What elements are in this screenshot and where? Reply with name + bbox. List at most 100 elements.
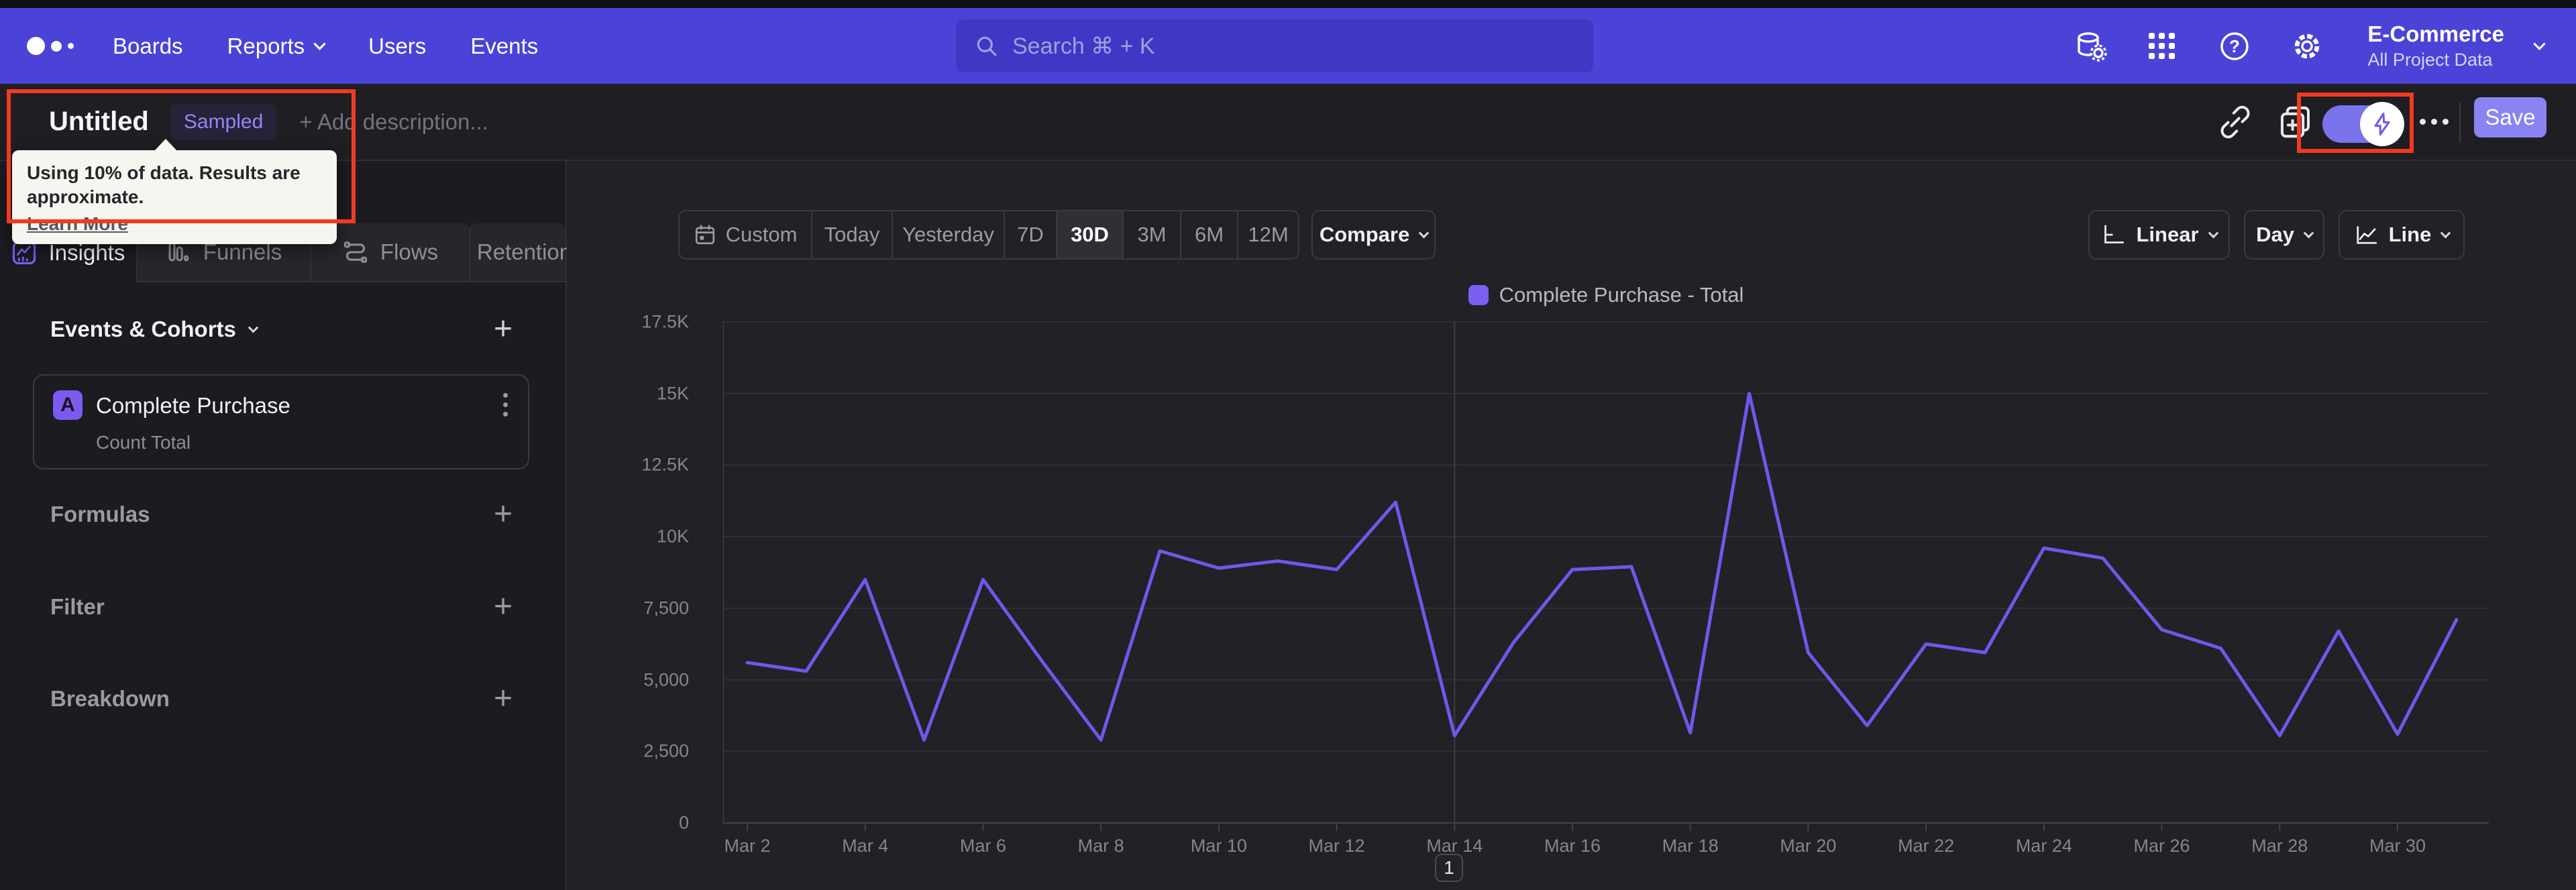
range-today[interactable]: Today	[811, 211, 892, 258]
x-tick-label: Mar 22	[1898, 836, 1955, 856]
filter-section-label: Filter	[50, 594, 105, 619]
x-axis-labels: Mar 2 Mar 4 Mar 6 Mar 8 Mar 10 Mar 12 Mar 14 Ma…	[723, 836, 2489, 863]
settings-gear-icon[interactable]	[2288, 27, 2326, 65]
line-chart-icon	[2356, 226, 2377, 244]
x-tick-label: Mar 18	[1662, 836, 1719, 856]
sampling-tooltip: Using 10% of data. Results are approxima…	[12, 139, 337, 244]
breakdown-section-label: Breakdown	[50, 686, 170, 711]
lightning-bolt-icon	[2374, 113, 2390, 135]
chevron-down-icon	[248, 322, 259, 333]
x-tick-label: Mar 6	[959, 836, 1006, 856]
add-filter-button[interactable]: +	[484, 588, 522, 625]
range-yesterday[interactable]: Yesterday	[892, 211, 1004, 258]
y-tick-label: 17.5K	[641, 311, 689, 332]
linear-axis-icon	[2104, 225, 2125, 243]
mixpanel-logo-icon[interactable]	[27, 37, 74, 55]
chevron-down-icon	[313, 38, 326, 50]
x-tick-label: Mar 4	[842, 836, 889, 856]
event-card[interactable]: A Complete Purchase Count Total	[33, 374, 529, 469]
calendar-icon	[695, 225, 714, 245]
svg-text:?: ?	[2229, 36, 2240, 56]
tooltip-caret	[154, 139, 177, 151]
nav-item-reports[interactable]: Reports	[227, 34, 326, 59]
report-title[interactable]: Untitled	[49, 107, 149, 137]
overflow-menu-icon[interactable]	[2420, 119, 2449, 125]
search-icon	[977, 36, 997, 56]
event-name[interactable]: Complete Purchase	[96, 393, 290, 419]
header-divider	[2459, 103, 2461, 143]
add-description-field[interactable]: + Add description...	[299, 109, 488, 135]
x-tick-label: Mar 30	[2369, 836, 2426, 856]
add-to-board-icon[interactable]	[2276, 103, 2315, 145]
x-tick-label: Mar 2	[724, 836, 771, 856]
project-name: E-Commerce	[2367, 21, 2504, 46]
legend-swatch	[1468, 285, 1489, 305]
x-tick-label: Mar 10	[1190, 836, 1247, 856]
save-button[interactable]: Save	[2474, 97, 2546, 137]
x-tick-label: Mar 12	[1308, 836, 1365, 856]
range-7d[interactable]: 7D	[1004, 211, 1056, 258]
x-tick-label: Mar 24	[2015, 836, 2072, 856]
range-6m[interactable]: 6M	[1180, 211, 1237, 258]
tooltip-learn-more-link[interactable]: Learn More	[27, 213, 322, 235]
chevron-down-icon	[2440, 227, 2451, 238]
global-search-input[interactable]: Search ⌘ + K	[956, 19, 1593, 72]
nav-item-boards[interactable]: Boards	[113, 34, 183, 59]
line-chart[interactable]	[722, 305, 2489, 835]
data-management-icon[interactable]	[2071, 27, 2108, 65]
nav-item-events[interactable]: Events	[470, 34, 538, 59]
add-event-button[interactable]: +	[484, 310, 522, 347]
search-placeholder: Search ⌘ + K	[1012, 33, 1155, 59]
event-series-badge: A	[53, 390, 83, 420]
range-custom[interactable]: Custom	[680, 211, 811, 258]
project-scope: All Project Data	[2367, 50, 2493, 70]
x-tick-label: Mar 20	[1780, 836, 1837, 856]
events-cohorts-header[interactable]: Events & Cohorts	[50, 317, 259, 342]
add-formula-button[interactable]: +	[484, 495, 522, 533]
range-3m[interactable]: 3M	[1122, 211, 1180, 258]
x-tick-label: Mar 28	[2251, 836, 2308, 856]
event-aggregation[interactable]: Count Total	[96, 432, 191, 453]
y-tick-label: 5,000	[643, 669, 689, 690]
top-navbar: Boards Reports Users Events Search ⌘ + K	[0, 8, 2576, 84]
chevron-down-icon	[2303, 227, 2314, 238]
event-options-kebab-icon[interactable]	[503, 393, 508, 416]
copy-link-icon[interactable]	[2216, 103, 2255, 145]
tooltip-message: Using 10% of data. Results are approxima…	[27, 162, 301, 207]
y-tick-label: 10K	[656, 526, 689, 547]
chart-type-selector[interactable]: Line	[2339, 210, 2465, 260]
range-12m[interactable]: 12M	[1237, 211, 1298, 258]
y-tick-label: 0	[678, 812, 689, 833]
window-top-strip	[0, 0, 2576, 8]
primary-nav: Boards Reports Users Events	[113, 34, 538, 59]
nav-item-users[interactable]: Users	[368, 34, 426, 59]
y-axis-labels: 0 2,500 5,000 7,500 10K 12.5K 15K 17.5K	[591, 305, 698, 835]
project-switcher[interactable]: E-Commerce All Project Data	[2367, 21, 2504, 70]
sampling-toggle-knob	[2360, 102, 2404, 146]
scale-selector[interactable]: Linear	[2088, 210, 2230, 260]
formulas-section-label: Formulas	[50, 502, 150, 526]
y-tick-label: 12.5K	[641, 454, 689, 475]
sampled-badge[interactable]: Sampled	[170, 103, 277, 140]
query-sidebar: Insights Funnels Flows Retention Events …	[0, 161, 572, 890]
y-tick-label: 15K	[656, 383, 689, 404]
pagination-page-1[interactable]: 1	[1435, 854, 1463, 882]
y-tick-label: 7,500	[643, 598, 689, 618]
chevron-down-icon	[1418, 227, 1430, 238]
help-icon[interactable]: ?	[2216, 27, 2253, 65]
x-tick-label: Mar 16	[1544, 836, 1601, 856]
app-window: Boards Reports Users Events Search ⌘ + K	[0, 0, 2576, 890]
range-30d[interactable]: 30D	[1056, 211, 1122, 258]
x-tick-label: Mar 26	[2133, 836, 2190, 856]
y-tick-label: 2,500	[643, 740, 689, 761]
sampling-toggle[interactable]	[2322, 102, 2404, 146]
x-tick-label: Mar 8	[1077, 836, 1124, 856]
date-range-control: Custom Today Yesterday 7D 30D 3M 6M 12M	[678, 210, 1299, 260]
granularity-selector[interactable]: Day	[2244, 210, 2324, 260]
chart-legend: Complete Purchase - Total	[723, 283, 2489, 307]
chevron-down-icon	[2208, 227, 2218, 238]
apps-grid-icon[interactable]	[2143, 27, 2181, 65]
add-breakdown-button[interactable]: +	[484, 679, 522, 717]
tab-retention[interactable]: Retention	[470, 223, 572, 282]
compare-button[interactable]: Compare	[1311, 210, 1436, 260]
